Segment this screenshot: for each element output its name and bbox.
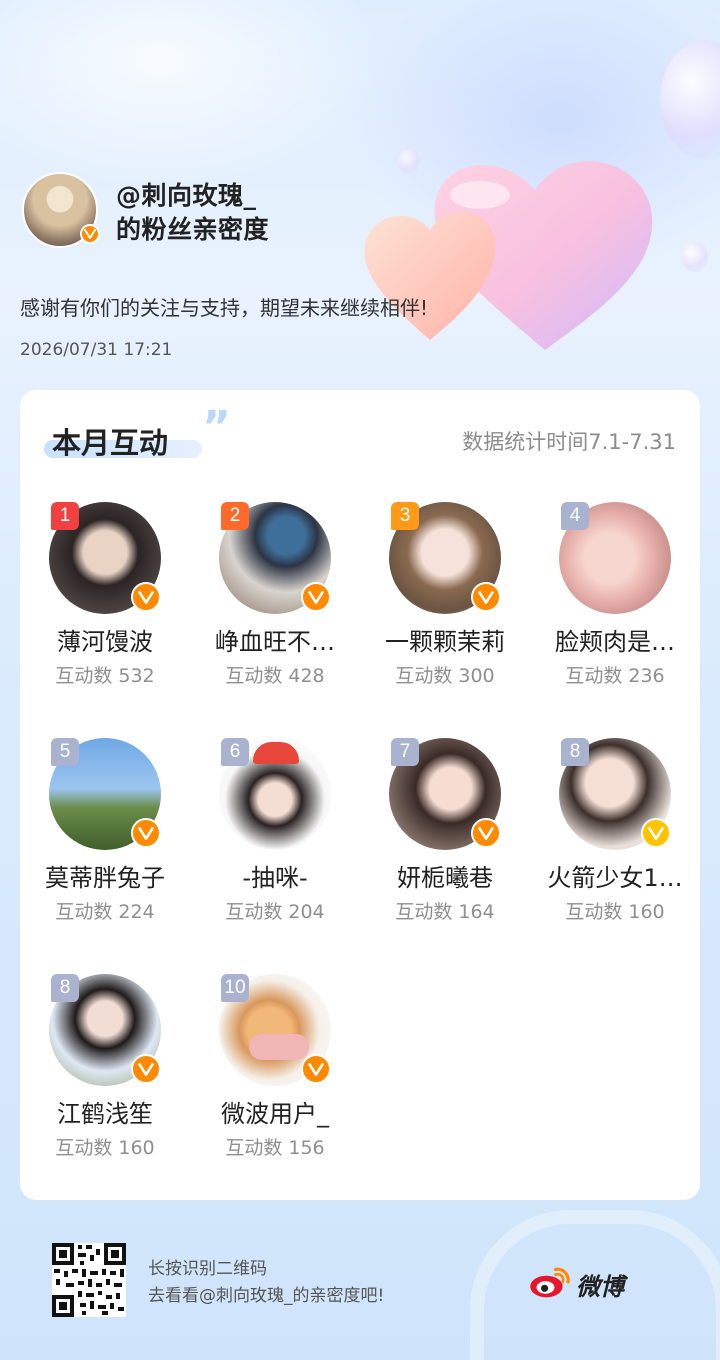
verified-badge-icon bbox=[80, 224, 100, 244]
qr-call-to-action: 去看看@刺向玫瑰_的亲密度吧! bbox=[148, 1286, 385, 1306]
rank-badge: 8 bbox=[51, 974, 79, 1002]
page-subtitle: 的粉丝亲密度 bbox=[116, 215, 270, 244]
interaction-count: 互动数 204 bbox=[225, 901, 325, 923]
fan-item[interactable]: 5 莫蒂胖兔子 互动数 224 bbox=[20, 738, 190, 924]
verified-badge-icon bbox=[131, 1054, 161, 1084]
interaction-count: 互动数 300 bbox=[395, 665, 495, 687]
rank-badge: 4 bbox=[561, 502, 589, 530]
fan-name: 峥血旺不… bbox=[215, 628, 335, 656]
stat-range: 数据统计时间7.1-7.31 bbox=[462, 430, 676, 454]
weibo-wordmark: 微博 bbox=[576, 1272, 624, 1301]
verified-badge-icon bbox=[301, 1054, 331, 1084]
thanks-message: 感谢有你们的关注与支持，期望未来继续相伴! bbox=[20, 296, 429, 320]
fan-name: 莫蒂胖兔子 bbox=[45, 864, 165, 892]
interaction-count: 互动数 156 bbox=[225, 1137, 325, 1159]
fan-item[interactable]: 8 江鹤浅笙 互动数 160 bbox=[20, 974, 190, 1160]
weibo-brand: 微博 bbox=[528, 1264, 624, 1304]
interaction-count: 互动数 532 bbox=[55, 665, 155, 687]
fan-item[interactable]: 1 薄河馒波 互动数 532 bbox=[20, 502, 190, 688]
qr-code-icon[interactable] bbox=[52, 1243, 126, 1317]
fan-item[interactable]: 10 微波用户_ 互动数 156 bbox=[190, 974, 360, 1160]
monthly-interaction-card: 本月互动 ” 数据统计时间7.1-7.31 1 薄河馒波 互动数 532 2 峥… bbox=[20, 390, 700, 1200]
rank-badge: 3 bbox=[391, 502, 419, 530]
fan-item[interactable]: 2 峥血旺不… 互动数 428 bbox=[190, 502, 360, 688]
fan-name: -抽咪- bbox=[242, 864, 308, 892]
verified-badge-icon bbox=[641, 818, 671, 848]
timestamp: 2026/07/31 17:21 bbox=[20, 340, 173, 360]
weibo-logo-icon bbox=[528, 1264, 572, 1304]
rank-badge: 10 bbox=[221, 974, 249, 1002]
fan-item[interactable]: 8 火箭少女1… 互动数 160 bbox=[530, 738, 700, 924]
interaction-count: 互动数 160 bbox=[55, 1137, 155, 1159]
fan-name: 江鹤浅笙 bbox=[57, 1100, 153, 1128]
interaction-count: 互动数 428 bbox=[225, 665, 325, 687]
heart-decoration-icon bbox=[360, 145, 680, 375]
fan-item[interactable]: 6 -抽咪- 互动数 204 bbox=[190, 738, 360, 924]
fan-name: 薄河馒波 bbox=[57, 628, 153, 656]
interaction-count: 互动数 164 bbox=[395, 901, 495, 923]
qr-hint: 长按识别二维码 bbox=[148, 1259, 267, 1279]
fan-name: 妍栀曦巷 bbox=[397, 864, 493, 892]
rank-badge: 5 bbox=[51, 738, 79, 766]
fan-name: 脸颊肉是… bbox=[555, 628, 675, 656]
rank-badge: 8 bbox=[561, 738, 589, 766]
interaction-count: 互动数 236 bbox=[565, 665, 665, 687]
rank-badge: 2 bbox=[221, 502, 249, 530]
fan-name: 微波用户_ bbox=[221, 1100, 329, 1128]
fan-item[interactable]: 7 妍栀曦巷 互动数 164 bbox=[360, 738, 530, 924]
verified-badge-icon bbox=[301, 582, 331, 612]
account-name[interactable]: @刺向玫瑰_ bbox=[116, 176, 257, 212]
fan-name: 火箭少女1… bbox=[547, 864, 683, 892]
rank-badge: 7 bbox=[391, 738, 419, 766]
verified-badge-icon bbox=[131, 582, 161, 612]
verified-badge-icon bbox=[131, 818, 161, 848]
fan-item[interactable]: 4 脸颊肉是… 互动数 236 bbox=[530, 502, 700, 688]
rank-badge: 6 bbox=[221, 738, 249, 766]
quote-decoration: ” bbox=[202, 402, 231, 453]
fan-name: 一颗颗茉莉 bbox=[385, 628, 505, 656]
interaction-count: 互动数 160 bbox=[565, 901, 665, 923]
verified-badge-icon bbox=[471, 818, 501, 848]
verified-badge-icon bbox=[471, 582, 501, 612]
rank-badge: 1 bbox=[51, 502, 79, 530]
bubble-decoration bbox=[682, 242, 708, 272]
account-avatar[interactable] bbox=[22, 172, 100, 248]
fan-item[interactable]: 3 一颗颗茉莉 互动数 300 bbox=[360, 502, 530, 688]
section-title: 本月互动 bbox=[52, 426, 169, 460]
interaction-count: 互动数 224 bbox=[55, 901, 155, 923]
